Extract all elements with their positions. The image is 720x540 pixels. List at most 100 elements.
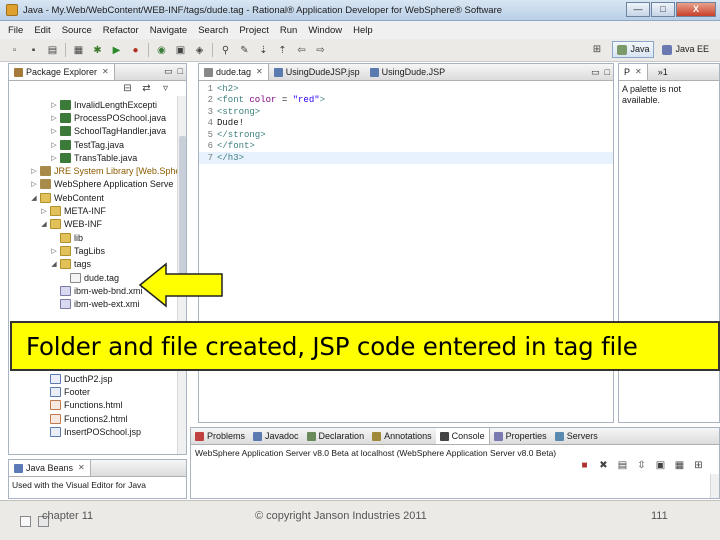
maximize-view-icon[interactable]: □ — [178, 66, 183, 77]
tree-item[interactable]: ▷ TransTable.java — [9, 151, 186, 164]
pin-console-icon[interactable]: ▣ — [654, 459, 667, 472]
save-icon[interactable]: ▪ — [27, 44, 40, 57]
tab-palette[interactable]: P ✕ — [619, 64, 648, 80]
fast-view-icon[interactable] — [20, 516, 31, 527]
expand-toggle-icon[interactable]: ◢ — [49, 260, 59, 268]
perspective-javaee[interactable]: Java EE — [657, 41, 714, 58]
expand-toggle-icon[interactable]: ◢ — [39, 220, 49, 228]
close-tab-icon[interactable]: ✕ — [256, 64, 263, 80]
tree-item[interactable]: Footer — [9, 385, 179, 398]
open-console-icon[interactable]: ⊞ — [692, 459, 705, 472]
expand-toggle-icon[interactable]: ◢ — [29, 194, 39, 202]
code-line[interactable]: 4 Dude! — [199, 118, 613, 130]
editor-tab[interactable]: UsingDude.JSP — [365, 64, 451, 80]
menu-source[interactable]: Source — [62, 25, 92, 36]
expand-toggle-icon[interactable]: ▷ — [49, 154, 59, 162]
back-icon[interactable]: ⇦ — [295, 44, 308, 57]
tree-item[interactable]: ▷ META-INF — [9, 204, 186, 217]
prev-annotation-icon[interactable]: ⇡ — [276, 44, 289, 57]
menu-edit[interactable]: Edit — [34, 25, 50, 36]
link-editor-icon[interactable]: ⇄ — [140, 82, 153, 95]
menu-search[interactable]: Search — [198, 25, 228, 36]
clear-console-icon[interactable]: ▤ — [616, 459, 629, 472]
print-icon[interactable]: ▤ — [46, 44, 59, 57]
expand-toggle-icon[interactable]: ▷ — [49, 127, 59, 135]
tree-item[interactable]: ▷ JRE System Library [Web.Sphe — [9, 164, 186, 177]
tab-console[interactable]: Console — [435, 428, 490, 444]
code-line[interactable]: 5 </strong> — [199, 129, 613, 141]
tab-problems[interactable]: Problems — [191, 428, 249, 444]
code-line[interactable]: 2 <font color = "red"> — [199, 95, 613, 107]
menu-file[interactable]: File — [8, 25, 23, 36]
terminate-icon[interactable]: ■ — [578, 459, 591, 472]
tree-item[interactable]: ▷ WebSphere Application Serve — [9, 178, 186, 191]
new-class-icon[interactable]: ◉ — [155, 44, 168, 57]
expand-toggle-icon[interactable]: ▷ — [49, 247, 59, 255]
search-icon[interactable]: ⚲ — [219, 44, 232, 57]
maximize-button[interactable]: □ — [651, 2, 675, 17]
palette-overflow[interactable]: »1 — [658, 67, 668, 77]
tree-item[interactable]: Functions.html — [9, 399, 179, 412]
display-console-icon[interactable]: ▦ — [673, 459, 686, 472]
editor-tab[interactable]: UsingDudeJSP.jsp — [269, 64, 365, 80]
tree-item[interactable]: ◢ WEB-INF — [9, 218, 186, 231]
expand-toggle-icon[interactable]: ▷ — [39, 207, 49, 215]
edit-icon[interactable]: ✎ — [238, 44, 251, 57]
menu-run[interactable]: Run — [280, 25, 297, 36]
tab-javadoc[interactable]: Javadoc — [249, 428, 303, 444]
open-type-icon[interactable]: ◈ — [193, 44, 206, 57]
tree-item[interactable]: ◢ WebContent — [9, 191, 186, 204]
tab-properties[interactable]: Properties — [490, 428, 551, 444]
tree-item[interactable]: Functions2.html — [9, 412, 179, 425]
expand-toggle-icon[interactable]: ▷ — [49, 101, 59, 109]
tree-item[interactable]: ▷ ProcessPOSchool.java — [9, 111, 186, 124]
tree-item[interactable]: ▷ SchoolTagHandler.java — [9, 125, 186, 138]
open-perspective-icon[interactable]: ⊞ — [590, 43, 603, 56]
code-line[interactable]: 7 </h3> — [199, 152, 613, 164]
tree-item[interactable]: lib — [9, 231, 186, 244]
editor-tab[interactable]: dude.tag ✕ — [199, 64, 269, 80]
scroll-lock-icon[interactable]: ⇳ — [635, 459, 648, 472]
tree-item[interactable]: ▷ InvalidLengthExcepti — [9, 98, 186, 111]
tree-item[interactable]: ▷ TestTag.java — [9, 138, 186, 151]
maximize-view-icon[interactable]: □ — [605, 67, 610, 78]
close-tab-icon[interactable]: ✕ — [102, 64, 109, 80]
menu-help[interactable]: Help — [353, 25, 373, 36]
new-package-icon[interactable]: ▣ — [174, 44, 187, 57]
tree-item[interactable]: DucthP2.jsp — [9, 372, 179, 385]
server-icon[interactable]: ▦ — [72, 44, 85, 57]
new-icon[interactable]: ▫ — [8, 44, 21, 57]
external-tools-icon[interactable]: ● — [129, 44, 142, 57]
minimize-button[interactable]: — — [626, 2, 650, 17]
tab-package-explorer[interactable]: Package Explorer ✕ — [9, 64, 115, 80]
minimize-view-icon[interactable]: ▭ — [591, 67, 600, 78]
close-button[interactable]: X — [676, 2, 716, 17]
tab-java-beans[interactable]: Java Beans ✕ — [9, 460, 91, 476]
menu-refactor[interactable]: Refactor — [103, 25, 139, 36]
console-scrollbar[interactable] — [710, 474, 719, 498]
tree-item[interactable]: InsertPOSchool.jsp — [9, 425, 179, 438]
forward-icon[interactable]: ⇨ — [314, 44, 327, 57]
next-annotation-icon[interactable]: ⇣ — [257, 44, 270, 57]
remove-launch-icon[interactable]: ✖ — [597, 459, 610, 472]
perspective-java[interactable]: Java — [612, 41, 655, 58]
code-line[interactable]: 6 </font> — [199, 141, 613, 153]
menu-navigate[interactable]: Navigate — [150, 25, 188, 36]
view-menu-icon[interactable]: ▿ — [159, 82, 172, 95]
close-tab-icon[interactable]: ✕ — [78, 460, 85, 476]
code-line[interactable]: 3 <strong> — [199, 106, 613, 118]
close-tab-icon[interactable]: ✕ — [635, 64, 642, 80]
debug-icon[interactable]: ✱ — [91, 44, 104, 57]
expand-toggle-icon[interactable]: ▷ — [29, 167, 39, 175]
menu-window[interactable]: Window — [308, 25, 342, 36]
collapse-all-icon[interactable]: ⊟ — [121, 82, 134, 95]
expand-toggle-icon[interactable]: ▷ — [49, 114, 59, 122]
run-icon[interactable]: ▶ — [110, 44, 123, 57]
expand-toggle-icon[interactable]: ▷ — [29, 180, 39, 188]
tab-declaration[interactable]: Declaration — [303, 428, 369, 444]
menu-project[interactable]: Project — [239, 25, 269, 36]
minimize-view-icon[interactable]: ▭ — [164, 66, 173, 77]
tree-item[interactable]: ▷ TagLibs — [9, 244, 186, 257]
expand-toggle-icon[interactable]: ▷ — [49, 141, 59, 149]
tab-annotations[interactable]: Annotations — [368, 428, 436, 444]
